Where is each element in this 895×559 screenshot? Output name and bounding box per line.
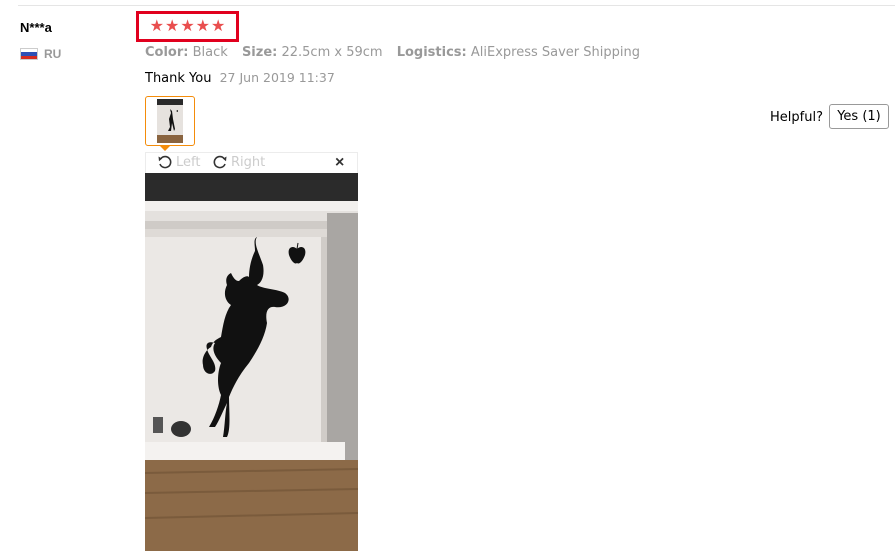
cat-wall-sticker-photo	[145, 173, 358, 551]
rotate-right-label: Right	[231, 154, 266, 170]
top-divider	[18, 5, 895, 6]
thumbnail-image	[157, 99, 183, 143]
close-viewer-icon[interactable]: ×	[335, 153, 344, 173]
reviewer-country: RU	[20, 47, 61, 61]
feedback-text: Thank You	[145, 71, 212, 86]
star-rating: ★ ★ ★ ★ ★	[136, 11, 239, 42]
thumbnail-pointer	[159, 145, 171, 151]
attr-logistics: Logistics: AliExpress Saver Shipping	[396, 45, 640, 60]
helpful-label: Helpful?	[770, 110, 823, 125]
review-photo	[145, 173, 358, 551]
rotate-right-icon	[213, 155, 227, 169]
star-icon: ★	[180, 17, 195, 35]
image-viewer-toolbar: Left Right ×	[145, 152, 358, 173]
star-icon: ★	[195, 17, 211, 35]
feedback-row: Thank You 27 Jun 2019 11:37	[145, 70, 335, 86]
rotate-right-button[interactable]: Right	[212, 154, 265, 170]
russia-flag-icon	[20, 48, 38, 60]
attr-size: Size: 22.5cm x 59cm	[241, 45, 383, 60]
reviewer-name: N***a	[20, 20, 52, 35]
photo-thumbnail[interactable]	[145, 96, 195, 146]
review-date: 27 Jun 2019 11:37	[219, 70, 335, 85]
rotate-left-button[interactable]: Left	[157, 154, 200, 170]
star-icon: ★	[149, 17, 164, 35]
product-attributes: Color: Black Size: 22.5cm x 59cm Logisti…	[145, 45, 650, 60]
star-icon: ★	[211, 17, 226, 35]
attr-color: Color: Black	[145, 45, 228, 60]
star-icon: ★	[164, 17, 180, 35]
rotate-left-label: Left	[176, 154, 201, 170]
helpful-yes-button[interactable]: Yes (1)	[829, 104, 889, 129]
rotate-left-icon	[158, 155, 172, 169]
country-code: RU	[44, 47, 62, 61]
